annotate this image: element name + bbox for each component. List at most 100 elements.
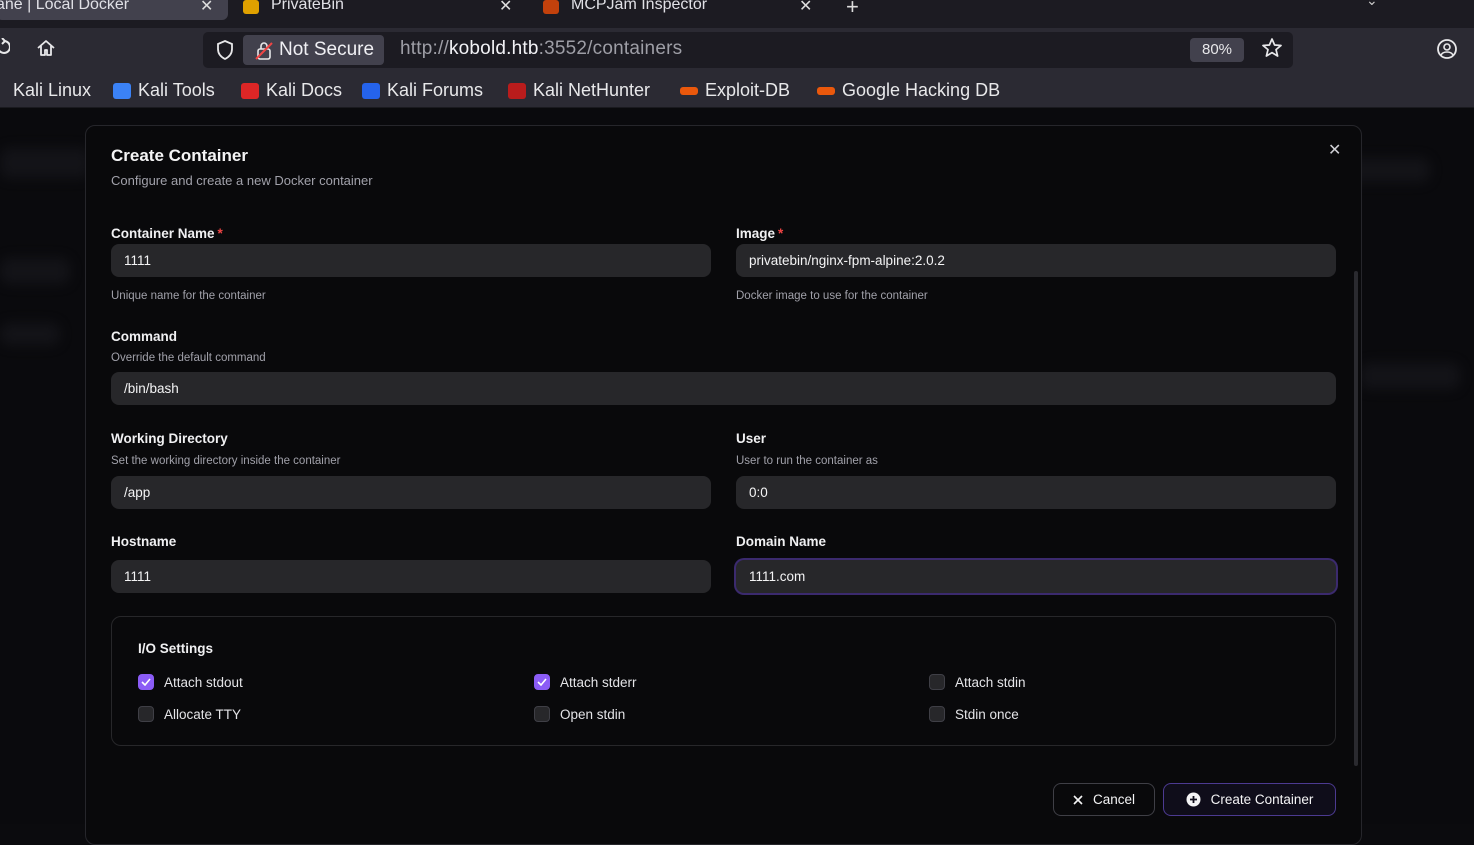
bookmarks-toolbar: Kali Linux Kali Tools Kali Docs Kali For… [0,72,1474,108]
mcpjam-favicon-icon [543,0,559,14]
dialog-title: Create Container [111,146,248,165]
command-input[interactable] [111,372,1336,405]
command-help: Override the default command [111,352,266,364]
account-icon[interactable] [1436,38,1458,65]
checkbox-label: Open stdin [560,706,626,722]
checkbox-checked-icon [534,674,550,690]
required-marker: * [778,226,784,241]
kali-docs-icon [241,82,259,99]
open-stdin-checkbox[interactable]: Open stdin [534,706,625,722]
create-container-dialog: ✕ Create Container Configure and create … [85,125,1362,845]
image-label-text: Image [736,226,776,241]
bookmark-label: Google Hacking DB [842,80,1001,100]
container-name-help: Unique name for the container [111,290,266,302]
not-secure-badge[interactable]: Not Secure [243,35,385,65]
tab-privatebin[interactable]: PrivateBin ✕ [243,0,523,20]
bookmark-label: Kali Tools [138,80,215,100]
url-prefix: http:// [400,38,449,59]
working-directory-help: Set the working directory inside the con… [111,455,341,467]
browser-tab-bar: ane | Local Docker ✕ PrivateBin ✕ MCPJam… [0,0,1474,28]
privatebin-favicon-icon [243,0,259,14]
url-host: kobold.htb [448,38,539,59]
checkbox-label: Stdin once [955,706,1019,722]
io-settings-panel: I/O Settings Attach stdout Attach stderr… [111,616,1336,746]
working-directory-label: Working Directory [111,431,228,446]
bookmark-label: Kali Forums [387,80,484,100]
checkbox-label: Attach stdin [955,674,1026,690]
close-icon[interactable]: ✕ [1328,140,1341,160]
bookmark-kali-linux[interactable]: Kali Linux [0,80,91,101]
url-bar[interactable]: Not Secure http://kobold.htb:3552/contai… [203,32,1293,68]
checkbox-label: Attach stderr [560,674,637,690]
bookmark-label: Kali Linux [13,80,92,100]
bookmark-kali-tools[interactable]: Kali Tools [113,80,215,101]
bookmark-label: Kali Docs [266,80,343,100]
plus-circle-icon [1186,792,1201,807]
tab-title: MCPJam Inspector [571,0,708,13]
cancel-button-label: Cancel [1092,792,1136,807]
required-marker: * [217,226,223,241]
domain-name-input[interactable] [736,560,1336,593]
hostname-input[interactable] [111,560,711,593]
checkbox-unchecked-icon [534,706,550,722]
domain-name-label: Domain Name [736,534,827,549]
image-input[interactable] [736,244,1336,277]
close-icon [1073,794,1083,805]
container-name-input[interactable] [111,244,711,277]
checkbox-label: Attach stdout [164,674,243,690]
container-name-label-text: Container Name [111,226,215,241]
tab-close-icon[interactable]: ✕ [799,0,812,16]
kali-dragon-icon [0,83,6,99]
stdin-once-checkbox[interactable]: Stdin once [929,706,1019,722]
bookmark-label: Exploit-DB [705,80,791,100]
kali-forums-icon [362,82,380,99]
zoom-level-button[interactable]: 80% [1190,38,1244,62]
create-container-button-label: Create Container [1210,792,1314,807]
url-text[interactable]: http://kobold.htb:3552/containers [400,38,682,60]
attach-stderr-checkbox[interactable]: Attach stderr [534,674,637,690]
create-container-button[interactable]: Create Container [1163,783,1336,816]
attach-stdin-checkbox[interactable]: Attach stdin [929,674,1026,690]
hostname-label: Hostname [111,534,177,549]
container-name-label: Container Name * [111,226,223,241]
not-secure-label: Not Secure [279,39,375,60]
bookmark-exploit-db[interactable]: Exploit-DB [680,80,790,101]
tab-title: ane | Local Docker [0,0,130,13]
checkbox-unchecked-icon [929,674,945,690]
tab-local-docker[interactable]: ane | Local Docker ✕ [0,0,228,20]
new-tab-plus-icon[interactable]: + [846,0,859,20]
bookmark-google-hacking-db[interactable]: Google Hacking DB [817,80,1000,101]
home-icon[interactable] [36,38,56,64]
bookmark-kali-docs[interactable]: Kali Docs [241,80,342,101]
tab-mcpjam[interactable]: MCPJam Inspector ✕ [543,0,823,20]
bookmark-kali-forums[interactable]: Kali Forums [362,80,483,101]
allocate-tty-checkbox[interactable]: Allocate TTY [138,706,241,722]
bookmark-label: Kali NetHunter [533,80,651,100]
tab-title: PrivateBin [271,0,344,13]
list-tabs-chevron-icon[interactable]: ⌄ [1366,0,1378,9]
image-help: Docker image to use for the container [736,290,928,302]
shield-icon[interactable] [215,39,235,66]
bookmark-star-icon[interactable] [1260,36,1284,65]
reload-icon[interactable] [0,37,11,62]
url-path: :3552/containers [538,38,683,59]
cancel-button[interactable]: Cancel [1053,783,1155,816]
ghdb-icon [817,86,835,95]
user-input[interactable] [736,476,1336,509]
bookmark-kali-nethunter[interactable]: Kali NetHunter [508,80,650,101]
attach-stdout-checkbox[interactable]: Attach stdout [138,674,243,690]
browser-nav-bar: Not Secure http://kobold.htb:3552/contai… [0,28,1474,72]
checkbox-unchecked-icon [138,706,154,722]
io-settings-title: I/O Settings [138,641,214,656]
working-directory-input[interactable] [111,476,711,509]
user-help: User to run the container as [736,455,878,467]
dialog-scrollbar[interactable] [1354,271,1358,766]
kali-nethunter-icon [508,82,526,99]
user-label: User [736,431,767,446]
exploit-db-icon [680,86,698,95]
tab-close-icon[interactable]: ✕ [499,0,512,16]
image-label: Image * [736,226,783,241]
tab-close-icon[interactable]: ✕ [200,0,213,16]
dialog-description: Configure and create a new Docker contai… [111,173,373,188]
kali-tools-icon [113,82,131,99]
